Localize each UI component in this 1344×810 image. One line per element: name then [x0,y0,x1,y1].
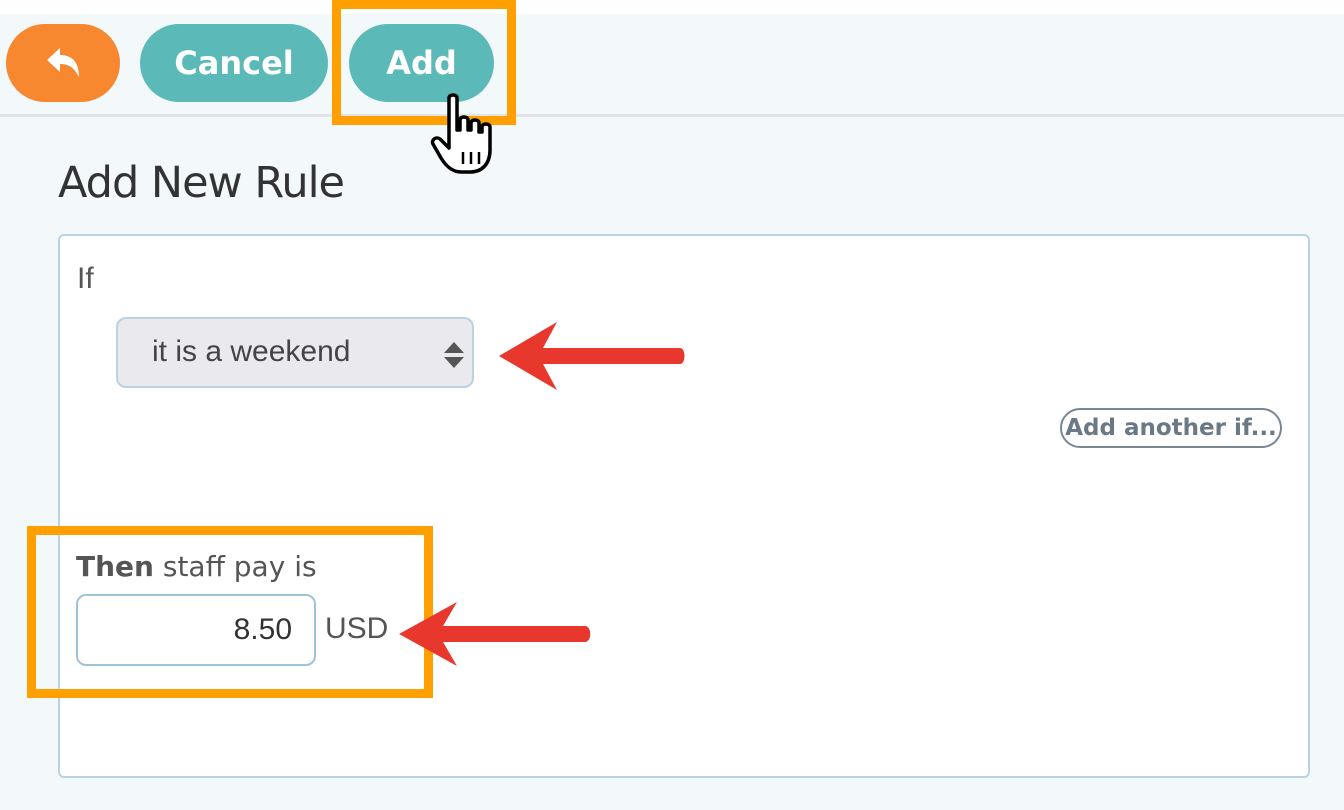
top-strip [0,0,1344,14]
back-button[interactable] [6,24,120,102]
select-arrows-icon [444,342,464,368]
condition-select-value: it is a weekend [152,335,351,368]
if-label: If [77,262,94,295]
hand-pointer-icon [430,93,492,174]
add-another-if-button[interactable]: Add another if... [1060,408,1282,448]
page-title: Add New Rule [58,158,345,208]
undo-arrow-icon [47,48,79,77]
then-section-highlight [27,526,433,698]
condition-select[interactable]: it is a weekend [116,317,474,388]
annotation-arrow-icon [399,602,591,666]
annotation-arrow-icon [499,322,685,390]
cancel-button[interactable]: Cancel [140,24,328,102]
toolbar-divider [0,114,1344,117]
